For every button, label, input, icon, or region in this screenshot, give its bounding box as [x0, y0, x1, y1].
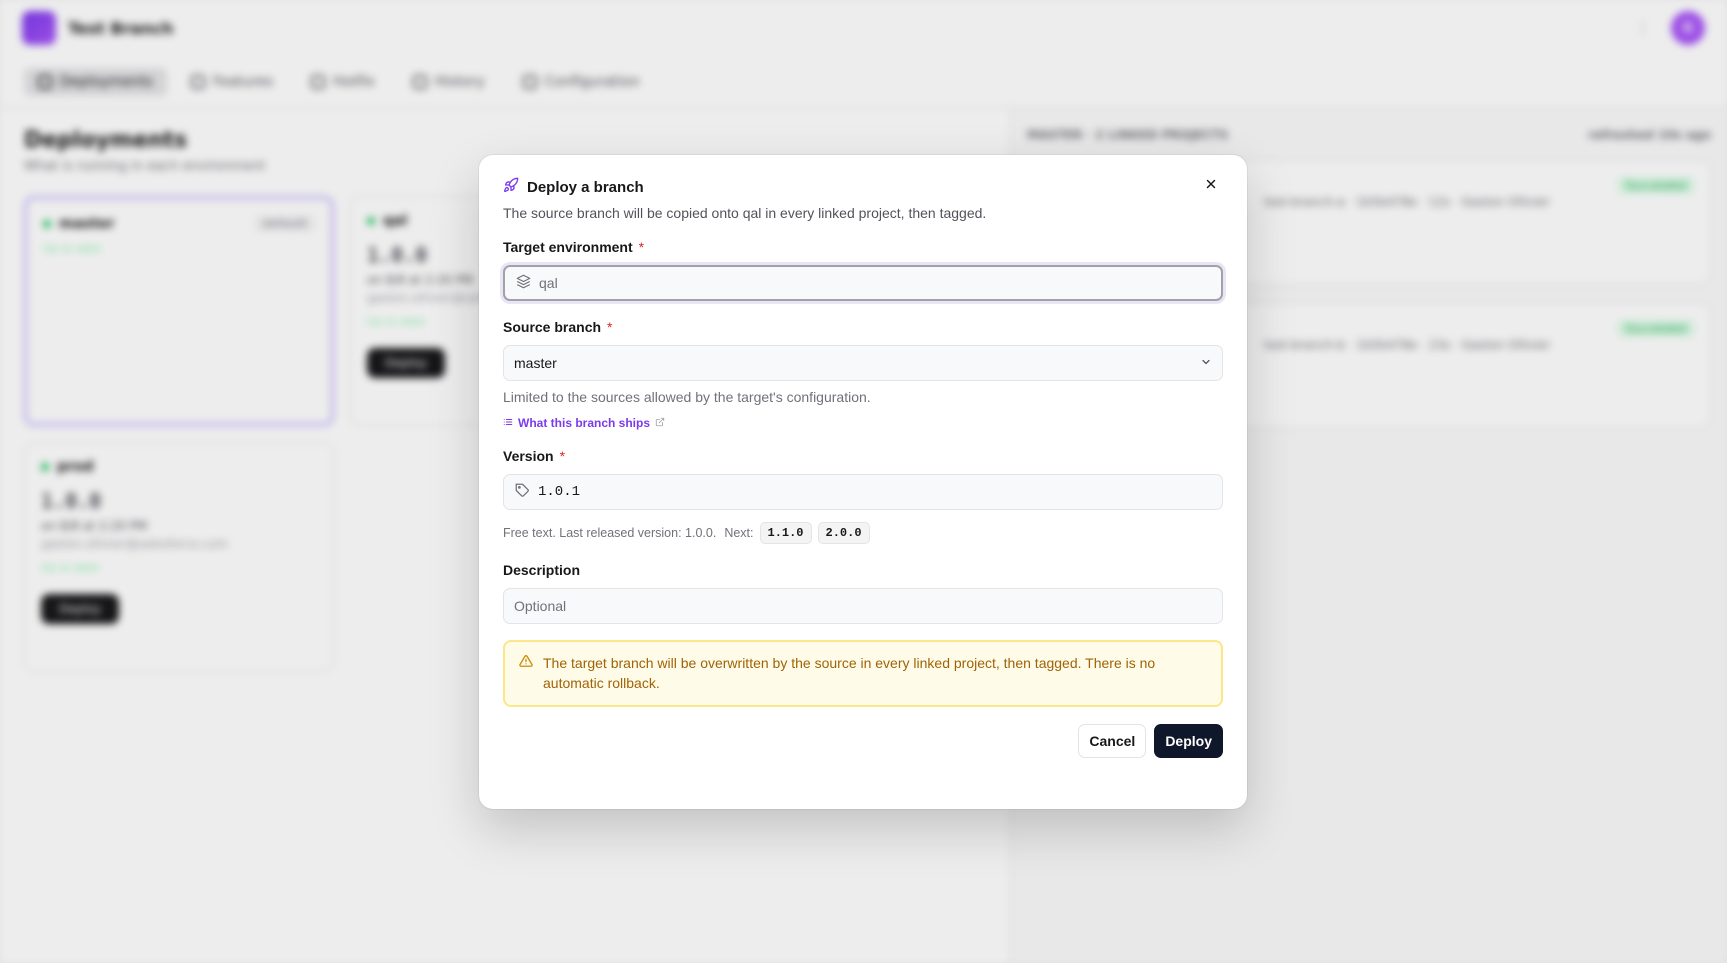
next-label: Next:	[724, 526, 754, 540]
label-text: Target environment	[503, 239, 633, 255]
version-hint: Free text. Last released version: 1.0.0.	[503, 526, 717, 540]
close-icon[interactable]	[1201, 175, 1221, 195]
tag-icon	[514, 483, 530, 501]
description-label: Description	[503, 562, 581, 578]
dialog-title: Deploy a branch	[527, 178, 644, 196]
source-branch-select[interactable]: master	[503, 345, 1223, 381]
link-label: What this branch ships	[518, 416, 651, 430]
warning-text: The target branch will be overwritten by…	[543, 655, 1156, 691]
required-marker: *	[607, 319, 613, 335]
description-input[interactable]: Optional	[503, 588, 1223, 624]
required-marker: *	[638, 239, 645, 255]
external-link-icon	[655, 416, 665, 430]
label-text: Source branch	[503, 319, 602, 335]
version-input[interactable]: 1.0.1	[503, 474, 1223, 510]
version-suggestion-chip[interactable]: 1.1.0	[759, 522, 812, 544]
chevron-down-icon	[1200, 356, 1212, 371]
description-placeholder: Optional	[514, 598, 567, 614]
warning-callout: The target branch will be overwritten by…	[503, 640, 1223, 707]
dialog-description: The source branch will be copied onto qa…	[503, 205, 987, 221]
deploy-button[interactable]: Deploy	[1154, 724, 1223, 758]
rocket-icon	[503, 177, 521, 197]
layers-icon	[515, 274, 531, 292]
label-text: Version	[503, 448, 554, 464]
target-env-label: Target environment *	[503, 239, 1223, 255]
source-branch-value: master	[514, 355, 557, 371]
version-value: 1.0.1	[538, 484, 581, 500]
cancel-button[interactable]: Cancel	[1078, 724, 1147, 758]
target-env-input[interactable]: qal	[503, 265, 1223, 301]
version-label: Version *	[503, 448, 1223, 464]
target-env-value: qal	[539, 275, 558, 291]
warning-icon	[519, 653, 533, 693]
dialog-actions: Cancel Deploy	[503, 724, 1223, 758]
dialog-title-row: Deploy a branch	[503, 177, 1223, 197]
deploy-branch-dialog: Deploy a branch The source branch will b…	[479, 155, 1247, 809]
source-branch-hint: Limited to the sources allowed by the ta…	[503, 389, 871, 405]
version-suggestion-chip[interactable]: 2.0.0	[817, 522, 870, 544]
source-branch-label: Source branch *	[503, 319, 1223, 335]
branch-ships-link[interactable]: What this branch ships	[503, 416, 1223, 430]
list-icon	[503, 416, 513, 430]
version-hint-row: Free text. Last released version: 1.0.0.…	[503, 522, 1223, 544]
required-marker: *	[559, 448, 566, 464]
